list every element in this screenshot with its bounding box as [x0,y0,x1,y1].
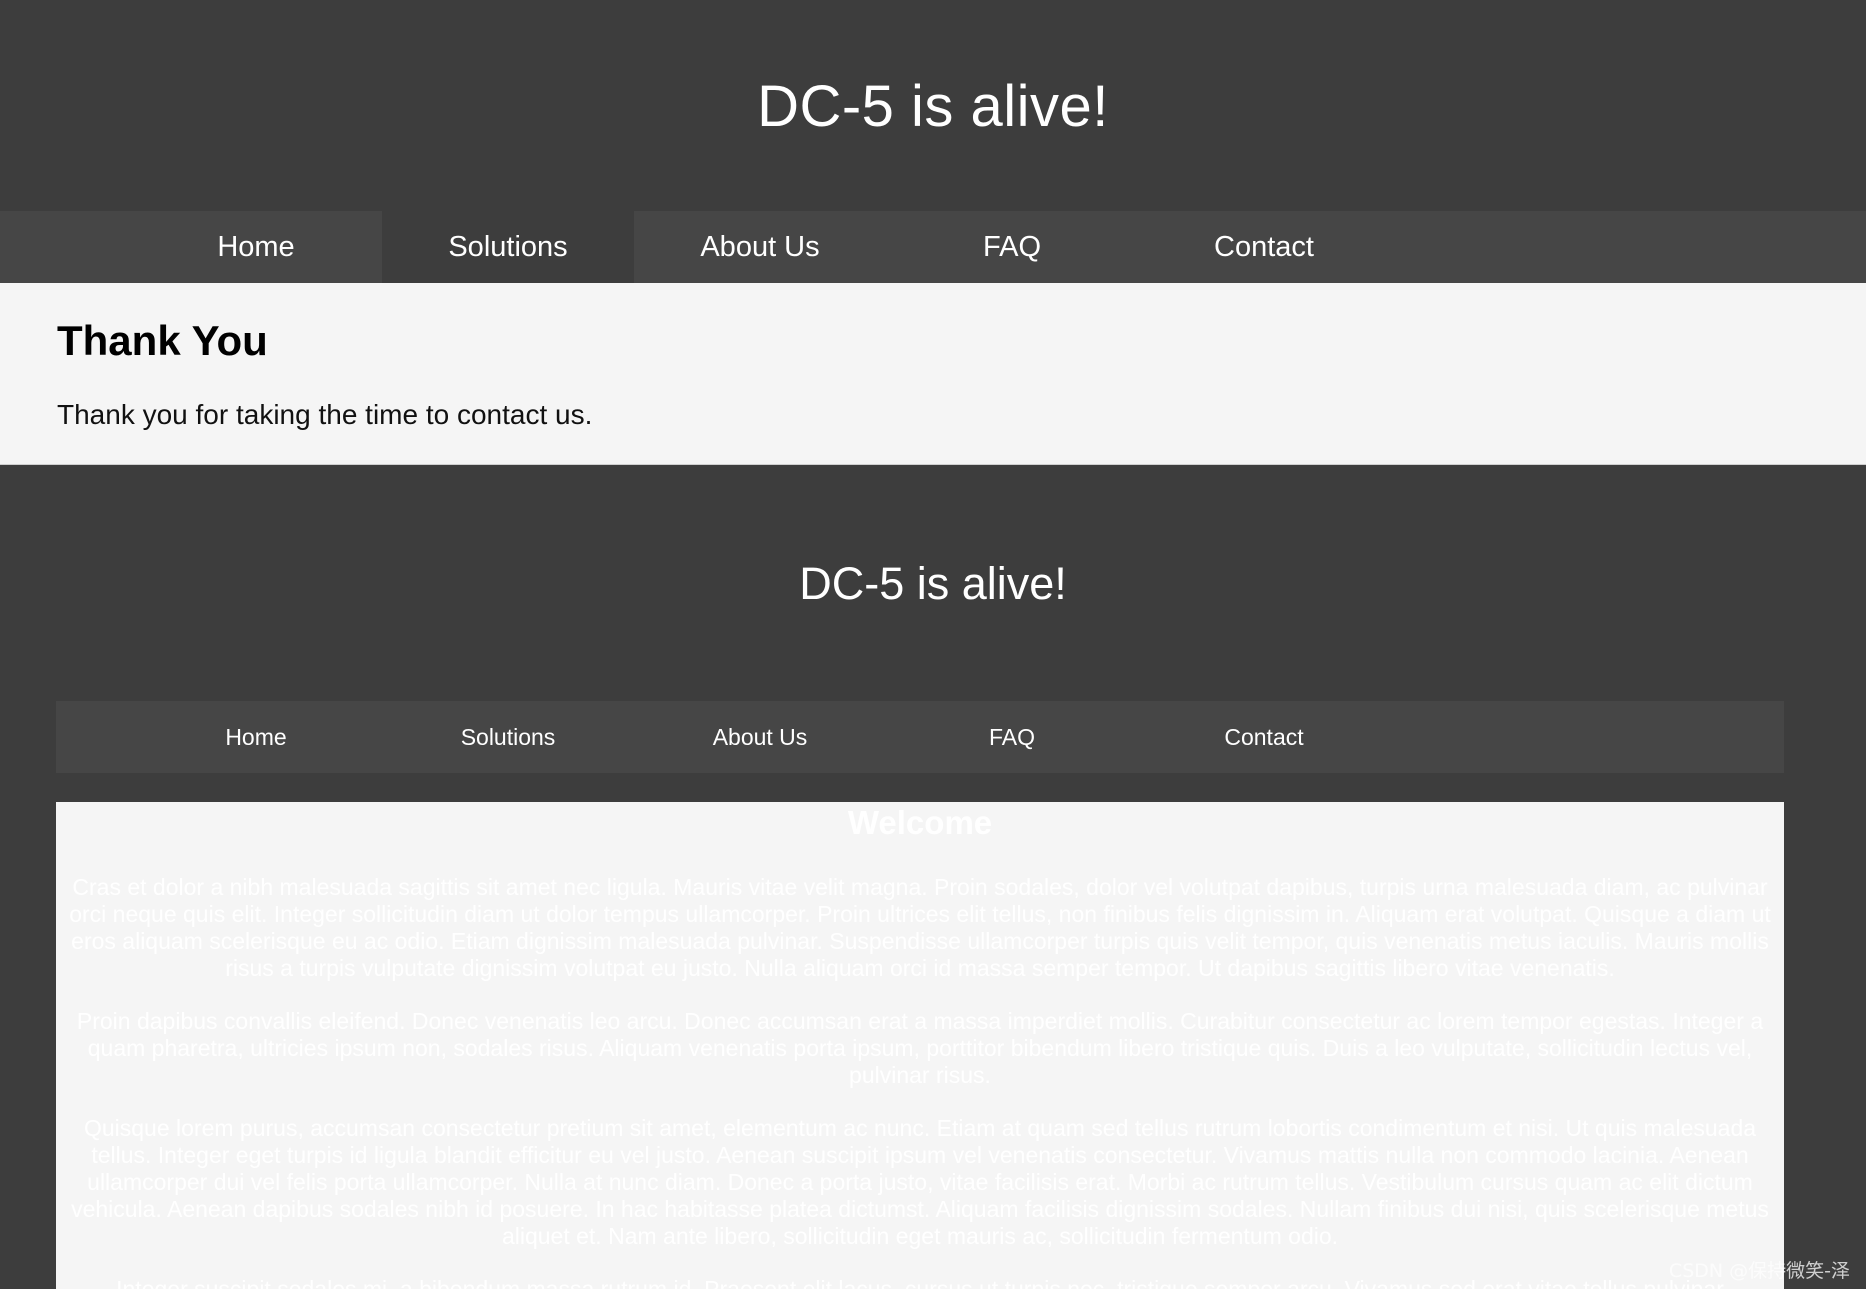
embedded-header: DC-5 is alive! [0,465,1866,698]
nav-home[interactable]: Home [130,211,382,283]
nav-contact[interactable]: Contact [1138,211,1390,283]
thank-you-heading: Thank You [57,317,268,364]
embedded-nav: Home Solutions About Us FAQ Contact [56,701,1784,773]
thank-you-message: Thank you for taking the time to contact… [57,399,593,430]
site-header: DC-5 is alive! [0,0,1866,211]
main-nav: Home Solutions About Us FAQ Contact [0,211,1866,283]
welcome-paragraph: Quisque lorem purus, accumsan consectetu… [71,1115,1769,1249]
embedded-title: DC-5 is alive! [799,557,1067,609]
welcome-paragraph: Cras et dolor a nibh malesuada sagittis … [69,874,1771,981]
nav-faq[interactable]: FAQ [886,211,1138,283]
csdn-watermark: CSDN @保持微笑-泽 [1668,1260,1850,1282]
welcome-paragraph: Integer suscipit sodales mi, a bibendum … [116,1276,1724,1289]
embedded-nav-solutions[interactable]: Solutions [382,701,634,773]
embedded-nav-contact[interactable]: Contact [1138,701,1390,773]
nav-about-us[interactable]: About Us [634,211,886,283]
embedded-nav-about-us[interactable]: About Us [634,701,886,773]
nav-solutions[interactable]: Solutions [382,211,634,283]
embedded-nav-faq[interactable]: FAQ [886,701,1138,773]
welcome-heading: Welcome [847,804,993,841]
embedded-main: Welcome Cras et dolor a nibh malesuada s… [56,802,1784,1289]
embedded-nav-home[interactable]: Home [130,701,382,773]
embedded-page: DC-5 is alive! Home Solutions About Us F… [0,465,1866,1289]
welcome-paragraph: Proin dapibus convallis eleifend. Donec … [76,1008,1764,1088]
thank-you-section: Thank You Thank you for taking the time … [0,283,1866,465]
site-title: DC-5 is alive! [757,74,1109,139]
